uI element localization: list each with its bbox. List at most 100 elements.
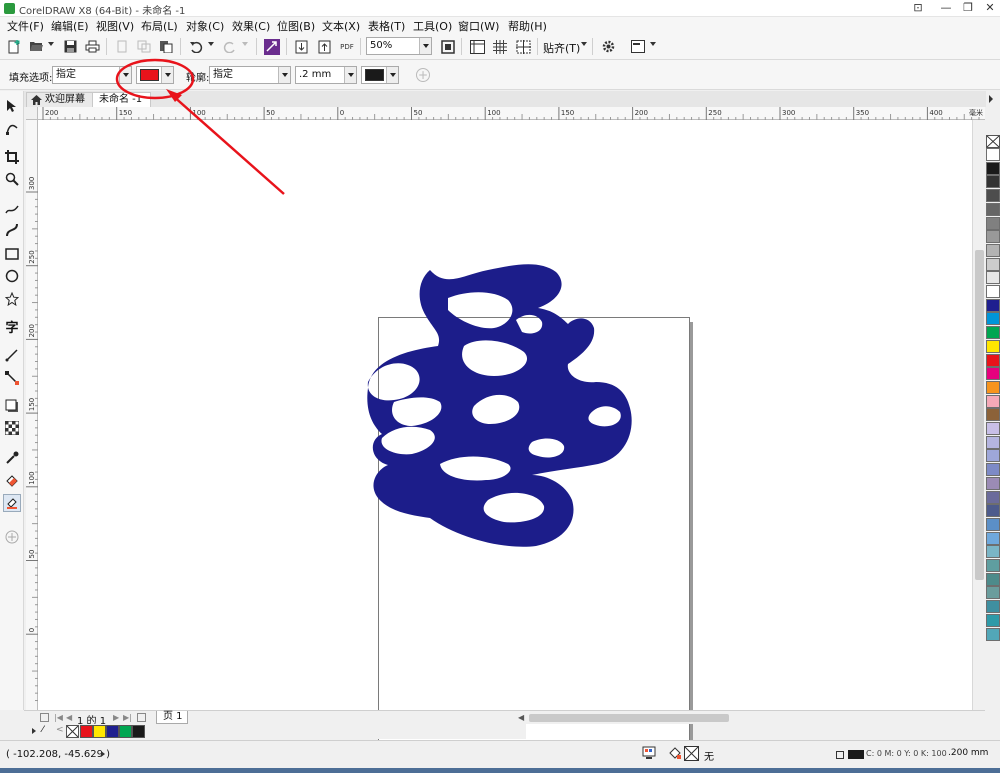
menu-tools[interactable]: 工具(O) [413, 18, 452, 34]
add-page-before-icon[interactable] [40, 713, 49, 722]
artwork-shapes[interactable] [38, 120, 972, 710]
document-palette-swatch[interactable] [106, 725, 119, 738]
palette-swatch[interactable] [986, 216, 1000, 230]
palette-swatch[interactable] [986, 408, 1000, 422]
palette-swatch[interactable] [986, 463, 1000, 477]
launcher-dropdown-caret[interactable] [650, 42, 656, 46]
palette-swatch[interactable] [986, 285, 1000, 298]
first-page-icon[interactable]: |◀ [54, 713, 63, 722]
shape-tool-icon[interactable] [3, 120, 21, 138]
palette-swatch[interactable] [986, 202, 1000, 216]
restore-button[interactable]: ❐ [960, 1, 976, 15]
pick-tool-icon[interactable] [3, 97, 21, 115]
palette-swatch[interactable] [986, 148, 1000, 161]
palette-swatch[interactable] [986, 504, 1000, 518]
palette-swatch[interactable] [986, 380, 1000, 394]
menu-file[interactable]: 文件(F) [7, 18, 44, 34]
eyedropper-icon[interactable]: ⁄ [42, 725, 44, 735]
transparency-tool-icon[interactable] [3, 419, 21, 437]
save-icon[interactable] [60, 37, 80, 56]
page-tab-1[interactable]: 页 1 [156, 711, 188, 724]
menu-object[interactable]: 对象(C) [186, 18, 224, 34]
tab-welcome-screen[interactable]: 欢迎屏幕 [26, 92, 94, 107]
ellipse-tool-icon[interactable] [3, 267, 21, 285]
vertical-ruler[interactable]: 300 250 200 150 100 50 0 [26, 120, 38, 710]
palette-swatch[interactable] [986, 353, 1000, 367]
zoom-level-combo[interactable]: 50% [366, 37, 432, 55]
palette-no-color-swatch[interactable] [986, 135, 1000, 148]
smart-fill-tool-icon[interactable] [3, 494, 21, 512]
palette-swatch[interactable] [986, 257, 1000, 271]
palette-swatch[interactable] [986, 394, 1000, 408]
palette-swatch[interactable] [986, 517, 1000, 531]
palette-swatch[interactable] [986, 476, 1000, 490]
search-content-icon[interactable] [262, 37, 282, 56]
palette-swatch[interactable] [986, 490, 1000, 504]
publish-pdf-icon[interactable]: PDF [337, 37, 357, 56]
palette-swatch[interactable] [986, 586, 1000, 600]
palette-swatch[interactable] [986, 613, 1000, 627]
outline-color-picker[interactable] [361, 66, 399, 84]
redo-icon[interactable] [220, 37, 240, 56]
export-icon[interactable] [314, 37, 334, 56]
palette-swatch[interactable] [986, 339, 1000, 353]
color-proofing-icon[interactable] [642, 746, 656, 763]
palette-scroll-up-icon[interactable] [989, 95, 993, 103]
document-palette-back-icon[interactable]: < [56, 725, 64, 735]
add-page-after-icon[interactable] [137, 713, 146, 722]
document-palette-swatch[interactable] [119, 725, 132, 738]
add-tool-icon[interactable] [3, 528, 21, 546]
document-palette-swatch[interactable] [80, 725, 93, 738]
palette-swatch[interactable] [986, 531, 1000, 545]
add-icon[interactable]: + [416, 68, 430, 82]
palette-swatch[interactable] [986, 545, 1000, 559]
drop-shadow-tool-icon[interactable] [3, 397, 21, 415]
document-palette-swatch[interactable] [132, 725, 145, 738]
palette-swatch[interactable] [986, 627, 1000, 641]
artistic-media-tool-icon[interactable] [3, 221, 21, 239]
outline-type-dropdown-arrow[interactable] [278, 67, 290, 83]
next-page-icon[interactable]: ▶ [113, 713, 119, 722]
palette-swatch[interactable] [986, 161, 1000, 175]
last-page-icon[interactable]: ▶| [123, 713, 132, 722]
palette-swatch[interactable] [986, 600, 1000, 614]
vertical-scrollbar[interactable] [972, 120, 985, 710]
document-palette-swatch[interactable] [93, 725, 106, 738]
menu-view[interactable]: 视图(V) [96, 18, 134, 34]
horizontal-scrollbar[interactable]: ◀ [515, 710, 985, 724]
user-icon[interactable]: ⊡ [910, 1, 926, 15]
palette-swatch[interactable] [986, 326, 1000, 340]
fill-type-combo[interactable]: 指定 [52, 66, 132, 84]
palette-swatch[interactable] [986, 367, 1000, 381]
palette-swatch[interactable] [986, 271, 1000, 285]
redo-dropdown-caret[interactable] [242, 42, 248, 46]
horizontal-ruler[interactable]: 200 150 100 50 0 50 100 150 200 250 300 350 400 毫米 [38, 107, 985, 120]
ruler-origin[interactable] [26, 107, 38, 120]
horizontal-scroll-thumb[interactable] [529, 714, 729, 722]
menu-bitmaps[interactable]: 位图(B) [277, 18, 315, 34]
paste-icon[interactable] [156, 37, 176, 56]
undo-icon[interactable] [186, 37, 206, 56]
document-palette-menu-icon[interactable] [32, 728, 36, 734]
blue-curved-shape[interactable] [367, 264, 632, 547]
text-tool-icon[interactable]: 字 [3, 317, 21, 336]
vertical-scroll-thumb[interactable] [975, 250, 984, 580]
palette-swatch[interactable] [986, 422, 1000, 435]
menu-help[interactable]: 帮助(H) [508, 18, 547, 34]
tab-document[interactable]: 未命名 -1 [92, 92, 152, 107]
palette-swatch[interactable] [986, 312, 1000, 326]
menu-layout[interactable]: 布局(L) [141, 18, 178, 34]
palette-swatch[interactable] [986, 435, 1000, 449]
parallel-dimension-tool-icon[interactable] [3, 346, 21, 364]
minimize-button[interactable]: — [938, 1, 954, 15]
palette-swatch[interactable] [986, 559, 1000, 572]
palette-swatch[interactable] [986, 230, 1000, 244]
application-launcher-icon[interactable] [628, 37, 648, 56]
menu-table[interactable]: 表格(T) [368, 18, 405, 34]
fill-color-picker[interactable] [136, 66, 174, 84]
palette-swatch[interactable] [986, 175, 1000, 189]
interactive-fill-tool-icon[interactable] [3, 472, 21, 490]
scroll-left-icon[interactable]: ◀ [518, 713, 524, 722]
close-button[interactable]: ✕ [982, 1, 998, 15]
palette-swatch[interactable] [986, 189, 1000, 203]
